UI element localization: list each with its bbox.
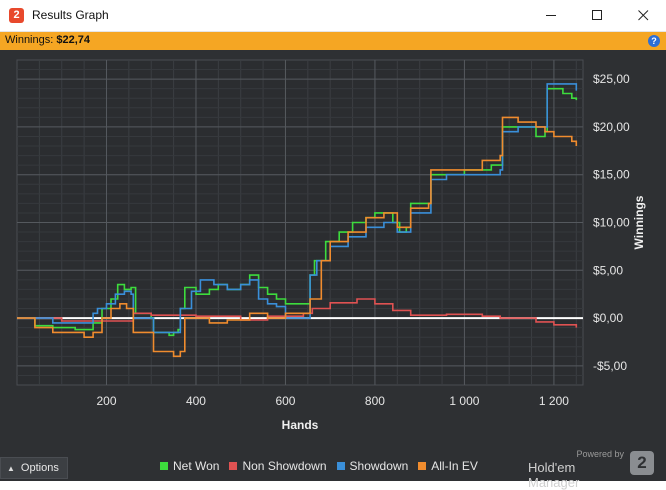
x-tick-label: 600	[275, 394, 295, 408]
legend-swatch	[418, 462, 427, 470]
y-tick-label: -$5,00	[593, 359, 627, 373]
legend-label: Showdown	[349, 459, 409, 473]
x-tick-label: 1 000	[449, 394, 479, 408]
legend-item[interactable]: Net Won	[160, 459, 219, 473]
y-tick-label: $20,00	[593, 120, 630, 134]
minimize-button[interactable]	[528, 0, 574, 31]
close-button[interactable]	[620, 0, 666, 31]
legend-swatch	[336, 462, 345, 470]
powered-by-text: Powered by	[576, 449, 624, 459]
legend-label: Net Won	[173, 459, 220, 473]
legend-label: All-In EV	[431, 459, 478, 473]
y-axis-title: Winnings	[632, 195, 646, 249]
y-tick-label: $10,00	[593, 216, 630, 230]
y-tick-label: $25,00	[593, 72, 630, 86]
app-logo-icon: 2	[9, 8, 24, 23]
brand-name: Hold'em Manager	[528, 460, 580, 490]
x-axis-title: Hands	[282, 418, 319, 432]
bottom-bar: ▲ Options Net Won Non Showdown Showdown All…	[0, 449, 666, 490]
chart-legend: Net Won Non Showdown Showdown All-In EV	[160, 459, 478, 473]
legend-swatch	[229, 462, 238, 470]
brand-area: Powered by Hold'em Manager 2	[528, 449, 658, 490]
x-tick-label: 400	[186, 394, 206, 408]
close-icon	[637, 10, 648, 21]
options-label: Options	[20, 462, 59, 474]
y-tick-label: $5,00	[593, 263, 623, 277]
legend-item[interactable]: Non Showdown	[229, 459, 327, 473]
maximize-button[interactable]	[574, 0, 620, 31]
x-tick-label: 800	[365, 394, 385, 408]
help-icon[interactable]: ?	[648, 35, 660, 47]
legend-label: Non Showdown	[242, 459, 327, 473]
winnings-value: $22,74	[56, 34, 91, 46]
caret-up-icon: ▲	[7, 463, 15, 473]
x-tick-label: 1 200	[539, 394, 569, 408]
results-chart: 200 400 600 800 1 000 1 200 -$5,00 $0,00 $5,00 $1…	[16, 59, 646, 432]
options-button[interactable]: ▲ Options	[0, 457, 68, 479]
title-bar: 2 Results Graph	[0, 0, 666, 32]
legend-swatch	[160, 462, 168, 470]
y-tick-label: $15,00	[593, 168, 630, 182]
brand-logo-icon: 2	[630, 451, 654, 475]
graph-area: 200 400 600 800 1 000 1 200 -$5,00 $0,00 $5,00 $1…	[0, 50, 666, 481]
legend-item[interactable]: All-In EV	[418, 459, 478, 473]
x-tick-label: 200	[96, 394, 116, 408]
winnings-label-group: Winnings: $22,74	[5, 34, 90, 46]
winnings-bar: Winnings: $22,74 ?	[0, 32, 666, 50]
minimize-icon	[545, 15, 556, 16]
y-tick-label: $0,00	[593, 311, 623, 325]
window-title: Results Graph	[32, 8, 109, 22]
winnings-label: Winnings:	[5, 34, 54, 46]
maximize-icon	[591, 10, 602, 20]
legend-item[interactable]: Showdown	[336, 459, 409, 473]
